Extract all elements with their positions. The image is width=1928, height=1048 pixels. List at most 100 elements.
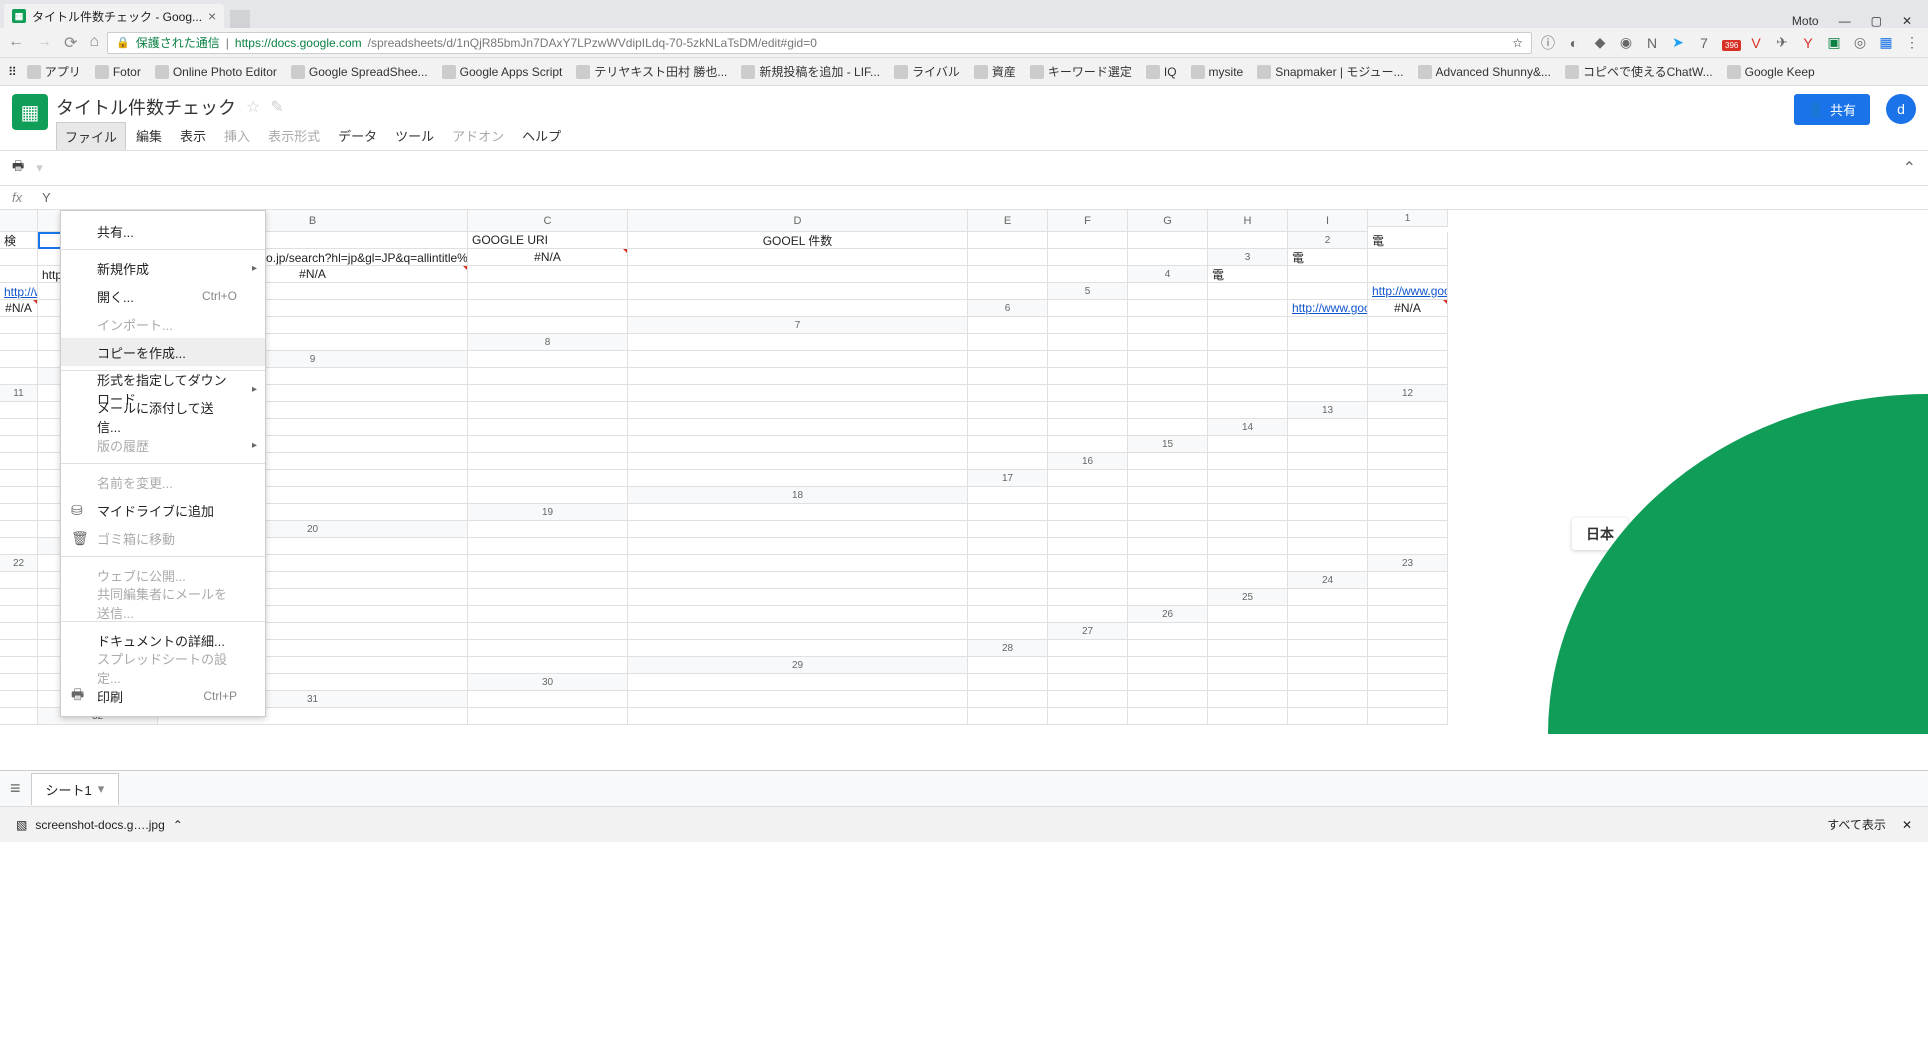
close-download-bar-icon[interactable]: ✕ <box>1902 818 1912 832</box>
cell-B25[interactable] <box>1368 589 1448 606</box>
cell-D11[interactable] <box>628 385 968 402</box>
menu-表示形式[interactable]: 表示形式 <box>260 122 328 150</box>
download-item[interactable]: ▧ screenshot-docs.g….jpg ⌃ <box>16 818 183 832</box>
cell-D4[interactable]: http://www.google.co.jp/search?hl=jp&gl=… <box>0 283 38 300</box>
row-header[interactable]: 18 <box>628 487 968 504</box>
cell-C28[interactable] <box>1208 640 1288 657</box>
file-menu-item[interactable]: ⛁マイドライブに追加 <box>61 496 265 524</box>
bookmark-item[interactable]: Google Keep <box>1723 61 1819 82</box>
row-header[interactable]: 29 <box>628 657 968 674</box>
cell-G18[interactable] <box>0 504 38 521</box>
cell-D1[interactable]: GOOGLE URI <box>468 232 628 249</box>
cell-H20[interactable] <box>1368 521 1448 538</box>
cell-D32[interactable] <box>968 708 1048 725</box>
row-header[interactable]: 30 <box>468 674 628 691</box>
cell-B15[interactable] <box>1288 436 1368 453</box>
cell-B20[interactable] <box>628 521 968 538</box>
row-header[interactable]: 1 <box>1368 210 1448 227</box>
ext-icon[interactable]: ◐ <box>1566 35 1582 51</box>
menu-ヘルプ[interactable]: ヘルプ <box>514 122 569 150</box>
forward-icon[interactable]: → <box>36 33 52 53</box>
cell-G30[interactable] <box>1368 674 1448 691</box>
cell-E19[interactable] <box>1208 504 1288 521</box>
cell-B3[interactable] <box>1368 249 1448 266</box>
row-header[interactable]: 26 <box>1128 606 1208 623</box>
cell-A24[interactable] <box>1368 572 1448 589</box>
apps-icon[interactable]: ⠿ <box>8 65 17 79</box>
cell-I20[interactable] <box>0 538 38 555</box>
ext-icon[interactable]: 396 <box>1722 35 1738 51</box>
cell-A9[interactable] <box>468 351 628 368</box>
cell-G15[interactable] <box>468 453 628 470</box>
cell-F29[interactable] <box>1368 657 1448 674</box>
cell-B9[interactable] <box>628 351 968 368</box>
cell-F32[interactable] <box>1128 708 1208 725</box>
cell-A4[interactable]: 電 <box>1208 266 1288 283</box>
cell-H4[interactable] <box>628 283 968 300</box>
cell-A17[interactable] <box>1048 470 1128 487</box>
cell-G9[interactable] <box>1288 351 1368 368</box>
row-header[interactable]: 13 <box>1288 402 1368 419</box>
cell-F2[interactable] <box>628 249 968 266</box>
bookmark-item[interactable]: IQ <box>1142 61 1181 82</box>
cell-I2[interactable] <box>1128 249 1208 266</box>
show-all-downloads[interactable]: すべて表示 <box>1827 816 1886 833</box>
cell-H15[interactable] <box>628 453 968 470</box>
home-icon[interactable]: ⌂ <box>89 33 99 53</box>
cell-H19[interactable] <box>0 521 38 538</box>
cell-F31[interactable] <box>1208 691 1288 708</box>
cell-D18[interactable] <box>1208 487 1288 504</box>
cell-A26[interactable] <box>1208 606 1288 623</box>
sheet-tab[interactable]: シート1 ▾ <box>31 773 120 805</box>
cell-C18[interactable] <box>1128 487 1208 504</box>
cell-H3[interactable] <box>968 266 1048 283</box>
cell-I13[interactable] <box>1128 419 1208 436</box>
cell-A16[interactable] <box>1128 453 1208 470</box>
cell-F23[interactable] <box>968 572 1048 589</box>
cell-I21[interactable] <box>1368 538 1448 555</box>
ext-icon[interactable]: ✈ <box>1774 34 1790 51</box>
bookmark-item[interactable]: Google SpreadShee... <box>287 61 432 82</box>
cell-H2[interactable] <box>1048 249 1128 266</box>
cell-C17[interactable] <box>1208 470 1288 487</box>
cell-B28[interactable] <box>1128 640 1208 657</box>
cell-I26[interactable] <box>968 623 1048 640</box>
cell-G2[interactable] <box>968 249 1048 266</box>
move-icon[interactable]: ✎ <box>270 97 283 117</box>
row-header[interactable]: 11 <box>0 385 38 402</box>
cell-G13[interactable] <box>968 419 1048 436</box>
ext-icon[interactable]: ▣ <box>1826 34 1842 51</box>
cell-E12[interactable] <box>628 402 968 419</box>
bookmark-item[interactable]: 新規投稿を追加 - LIF... <box>737 61 884 82</box>
cell-I5[interactable] <box>628 300 968 317</box>
cell-C15[interactable] <box>1368 436 1448 453</box>
column-header[interactable]: D <box>628 210 968 232</box>
cell-H23[interactable] <box>1128 572 1208 589</box>
cell-C29[interactable] <box>1128 657 1208 674</box>
cell-B4[interactable] <box>1288 266 1368 283</box>
cell-E16[interactable] <box>0 470 38 487</box>
cell-D12[interactable] <box>468 402 628 419</box>
cell-A30[interactable] <box>628 674 968 691</box>
reload-icon[interactable]: ⟳ <box>64 33 77 53</box>
cell-F17[interactable] <box>0 487 38 504</box>
new-tab-button[interactable] <box>230 10 250 28</box>
cell-H14[interactable] <box>968 436 1048 453</box>
cell-G14[interactable] <box>628 436 968 453</box>
cell-G25[interactable] <box>628 606 968 623</box>
cell-G23[interactable] <box>1048 572 1128 589</box>
ext-icon[interactable]: 7 <box>1696 35 1712 51</box>
ext-icon[interactable]: ◉ <box>1618 34 1634 51</box>
bookmark-item[interactable]: Fotor <box>91 61 145 82</box>
cell-I12[interactable] <box>1208 402 1288 419</box>
cell-G22[interactable] <box>1128 555 1208 572</box>
cell-I6[interactable] <box>468 317 628 334</box>
ext-icon[interactable]: ▦ <box>1878 34 1894 51</box>
cell-D10[interactable] <box>968 368 1048 385</box>
spreadsheet[interactable]: ABCDEFGHI1検YAHOO 件数GOOGLE URIGOOEL 件数2電h… <box>0 210 1928 770</box>
cell-A2[interactable]: 電 <box>1368 232 1448 249</box>
cell-F13[interactable] <box>628 419 968 436</box>
cell-F18[interactable] <box>1368 487 1448 504</box>
cell-H30[interactable] <box>0 691 38 708</box>
cell-D7[interactable] <box>1208 317 1288 334</box>
